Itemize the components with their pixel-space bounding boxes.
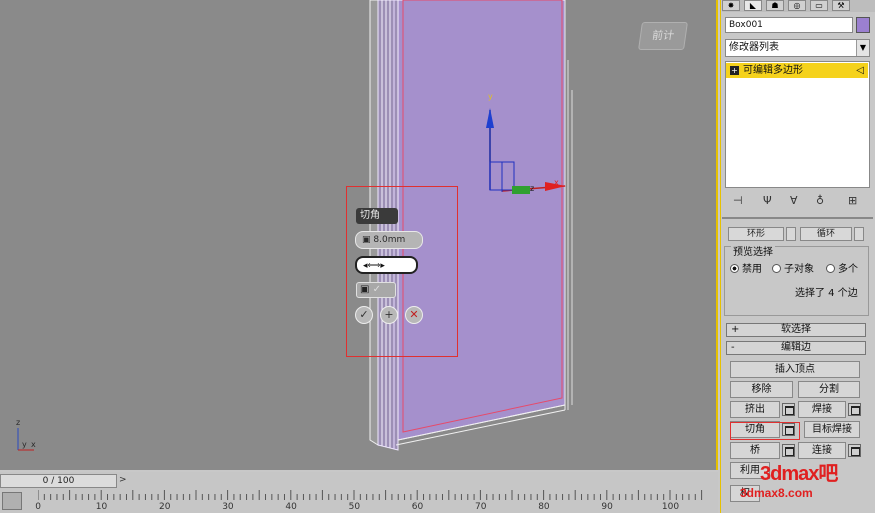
chamfer-amount-value: 8.0mm [373,235,406,245]
object-color-swatch[interactable] [856,17,870,33]
connect-settings-icon[interactable] [848,444,861,457]
loop-spinner[interactable] [854,227,864,241]
create-tab[interactable]: ✸ [722,0,740,11]
preview-subobject-radio[interactable]: 子对象 [772,260,814,275]
remove-button[interactable]: 移除 [730,381,793,398]
expand-icon[interactable]: + [730,66,739,75]
open-icon: ▣ [360,284,370,295]
weld-settings-icon[interactable] [848,403,861,416]
stack-item-label: 可编辑多边形 [743,65,803,76]
chevron-down-icon[interactable]: ▼ [856,40,869,56]
corner-axis-y: y [22,440,27,449]
ruler-tick-label: 40 [285,502,297,512]
target-weld-button[interactable]: 目标焊接 [804,421,860,438]
plus-icon[interactable]: + [380,306,398,324]
preview-selection-label: 预览选择 [731,243,775,258]
segments-icon: ◂⟺▸ [363,261,385,271]
extrude-button[interactable]: 挤出 [730,401,780,418]
utilities-tab[interactable]: ⚒ [832,0,850,11]
preview-disabled-radio[interactable]: 禁用 [730,260,762,275]
configure-sets-icon[interactable]: ⊞ [848,194,857,207]
open-chamfer-toggle[interactable]: ▣ ✓ [356,282,396,298]
ruler-tick-label: 80 [538,502,550,512]
time-ruler[interactable] [38,490,718,513]
rollout-edit-edges[interactable]: - 编辑边 [726,341,866,355]
ruler-tick-label: 90 [601,502,613,512]
gizmo-z-label: z [530,184,535,193]
selection-status: 选择了 4 个边 [795,288,858,299]
ruler-tick-label: 0 [35,502,42,512]
rollout-soft-selection[interactable]: + 软选择 [726,323,866,337]
time-next-arrow[interactable]: > [119,475,127,485]
split-button[interactable]: 分割 [798,381,860,398]
insert-vertex-button[interactable]: 插入顶点 [730,361,860,378]
viewport[interactable]: y x z z x y 前计 切角 ▣ 8.0mm ◂⟺▸ ▣ ✓ ✓ + ✕ [0,0,718,470]
remove-modifier-icon[interactable]: ♁ [816,194,824,207]
modify-tab[interactable]: ◣ [744,0,762,11]
ruler-tick-label: 10 [95,502,108,512]
stack-item-editable-poly[interactable]: + 可编辑多边形 ◁ [726,63,868,78]
caddy-amount-icon: ▣ [362,235,374,245]
watermark-logo: 3dmax吧 [760,463,838,485]
chamfer-segments-field[interactable]: ◂⟺▸ [355,256,418,274]
weld-button[interactable]: 焊接 [798,401,846,418]
hierarchy-tab[interactable]: ☗ [766,0,784,11]
chamfer-highlight [730,422,800,440]
display-tab[interactable]: ▭ [810,0,828,11]
panel-tabs: ✸ ◣ ☗ ◎ ▭ ⚒ [722,0,875,12]
ruler-tick-label: 70 [475,502,487,512]
ruler-tick-label: 100 [661,502,680,512]
ring-spinner[interactable] [786,227,796,241]
bridge-settings-icon[interactable] [782,444,795,457]
ruler-tick-label: 20 [159,502,171,512]
motion-tab[interactable]: ◎ [788,0,806,11]
time-slider[interactable]: 0 / 100 [0,474,117,488]
modifier-stack [725,61,870,188]
loop-button[interactable]: 循环 [800,227,852,241]
ruler-tick-label: 60 [411,502,424,512]
ring-button[interactable]: 环形 [728,227,784,241]
caddy-title[interactable]: 切角 [356,208,398,224]
corner-axis-x: x [31,440,36,449]
key-filter-button[interactable] [2,492,22,510]
make-unique-icon[interactable]: ∀ [790,194,798,207]
check-icon[interactable]: ✓ [355,306,373,324]
ruler-tick-label: 50 [348,502,361,512]
ruler-tick-label: 30 [222,502,234,512]
pin-triangle-icon: ◁ [856,65,864,76]
modifier-list-dropdown[interactable]: 修改器列表 [725,39,870,57]
viewcube[interactable]: 前计 [638,22,688,50]
gizmo-y-label: y [488,92,493,101]
watermark-url: 3dmax8.com [740,486,813,500]
object-name-input[interactable]: Box001 [725,17,853,33]
panel-separator [722,217,873,219]
open-check-icon: ✓ [372,284,382,295]
app-root: y x z z x y 前计 切角 ▣ 8.0mm ◂⟺▸ ▣ ✓ ✓ + ✕ … [0,0,875,513]
extrude-settings-icon[interactable] [782,403,795,416]
gizmo-x-label: x [554,178,559,187]
show-end-result-icon[interactable]: Ψ [763,194,772,207]
chamfer-amount-field[interactable]: ▣ 8.0mm [355,231,423,249]
close-icon[interactable]: ✕ [405,306,423,324]
corner-axis-z: z [16,418,21,427]
pin-stack-icon[interactable]: ⊣ [733,194,743,207]
preview-multi-radio[interactable]: 多个 [826,260,858,275]
